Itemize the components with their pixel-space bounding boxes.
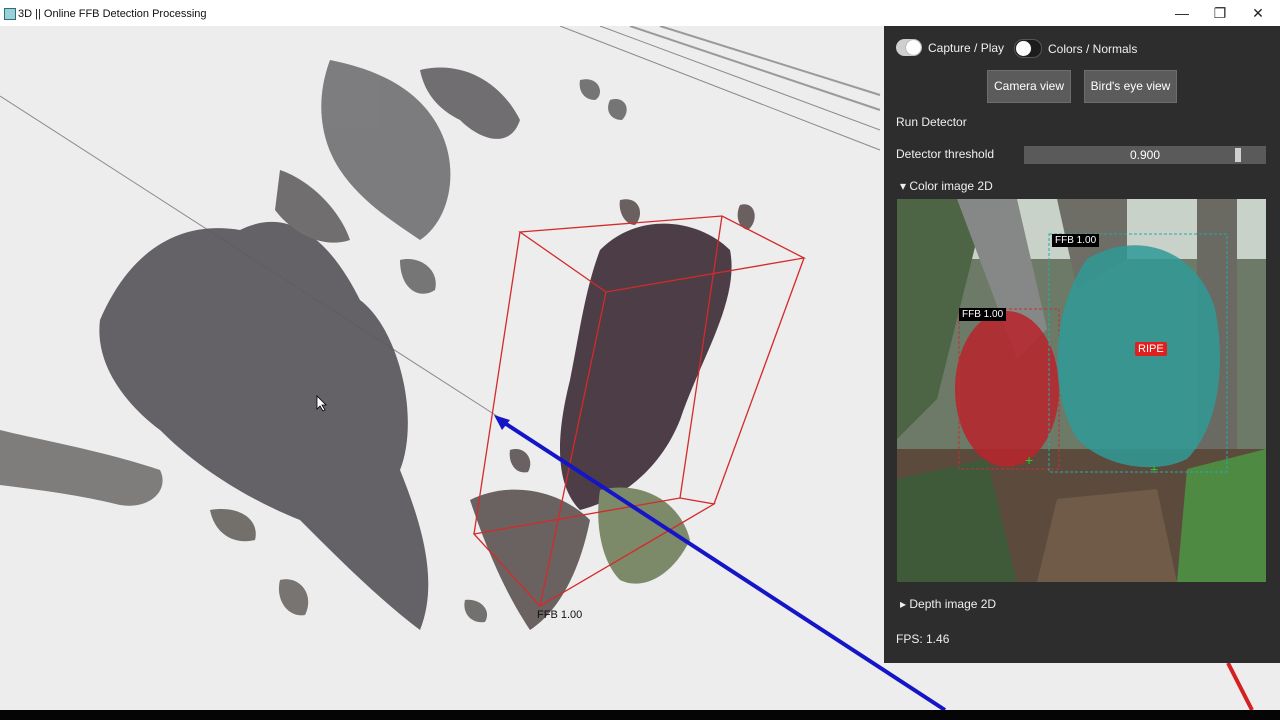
toggle-label: Colors / Normals (1048, 41, 1138, 56)
camera-frame: + + (897, 199, 1266, 582)
svg-text:+: + (1150, 461, 1158, 477)
toggle-label: Capture / Play (928, 40, 1005, 55)
restore-button[interactable]: ❐ (1200, 0, 1240, 26)
detection-label: FFB 1.00 (1052, 234, 1100, 247)
toggle-switch[interactable] (1014, 39, 1042, 58)
close-button[interactable]: ✕ (1238, 0, 1278, 26)
birds-eye-view-button[interactable]: Bird's eye view (1084, 70, 1177, 103)
depth-image-header[interactable]: ▸ Depth image 2D (900, 597, 996, 611)
svg-text:+: + (1025, 452, 1033, 468)
detector-threshold-slider[interactable]: 0.900 (1024, 146, 1266, 164)
detection-label: FFB 1.00 (959, 308, 1007, 321)
camera-view-button[interactable]: Camera view (987, 70, 1071, 103)
colors-normals-toggle[interactable]: Colors / Normals (1014, 39, 1137, 58)
color-image-header-label: Color image 2D (909, 179, 993, 193)
slider-thumb[interactable] (1235, 148, 1241, 162)
threshold-label: Detector threshold (896, 147, 995, 161)
capture-play-toggle[interactable]: Capture / Play (896, 39, 1004, 56)
color-image-header[interactable]: ▾ Color image 2D (900, 179, 993, 193)
guide-line (599, 26, 881, 131)
axis-line (1226, 662, 1254, 710)
ripe-label: RIPE (1135, 342, 1167, 356)
window-title: 3D || Online FFB Detection Processing (18, 8, 207, 20)
depth-image-header-label: Depth image 2D (909, 597, 997, 611)
app-window: 3D || Online FFB Detection Processing — … (0, 0, 1280, 710)
control-panel: Capture / Play Colors / Normals Camera v… (884, 26, 1280, 663)
color-image-2d: + + FFB 1.00 FFB 1.00 RIPE (897, 199, 1266, 582)
camera-ray-arrow (494, 415, 510, 430)
expanded-triangle-icon: ▾ (900, 179, 907, 193)
toggle-switch[interactable] (896, 39, 922, 56)
fps-readout: FPS: 1.46 (896, 632, 950, 646)
title-bar: 3D || Online FFB Detection Processing — … (0, 0, 1280, 27)
minimize-button[interactable]: — (1162, 0, 1202, 26)
slider-value: 0.900 (1129, 148, 1161, 162)
bottom-bar (0, 710, 1280, 720)
app-icon (4, 8, 16, 20)
detection-3d-label: FFB 1.00 (537, 609, 583, 621)
run-detector-label[interactable]: Run Detector (896, 115, 967, 129)
collapsed-triangle-icon: ▸ (900, 597, 907, 611)
